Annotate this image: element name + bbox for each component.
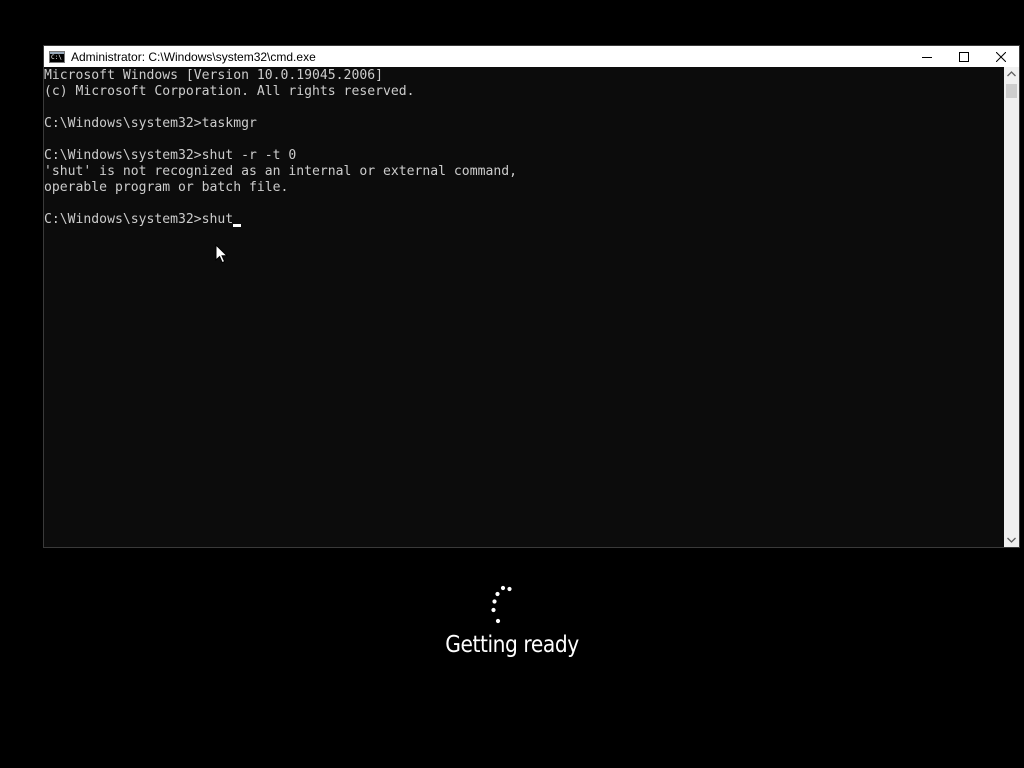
close-icon xyxy=(995,51,1006,62)
scroll-up-button[interactable] xyxy=(1004,67,1019,81)
cmd-icon-glyph: C:\ xyxy=(51,53,62,61)
title-bar[interactable]: C:\ Administrator: C:\Windows\system32\c… xyxy=(44,46,1019,67)
console-prompt-input[interactable]: C:\Windows\system32>shut xyxy=(44,212,233,227)
caption-buttons xyxy=(908,46,1019,67)
console-line-error: 'shut' is not recognized as an internal … xyxy=(44,164,517,179)
window-title: Administrator: C:\Windows\system32\cmd.e… xyxy=(71,49,316,64)
minimize-button[interactable] xyxy=(908,46,945,67)
chevron-up-icon xyxy=(1007,71,1016,77)
console-line-copyright: (c) Microsoft Corporation. All rights re… xyxy=(44,84,415,99)
console-line-blank xyxy=(44,100,517,116)
console-line-command: C:\Windows\system32>shut -r -t 0 xyxy=(44,148,297,163)
getting-ready-status: Getting ready xyxy=(445,632,579,658)
minimize-icon xyxy=(921,56,932,58)
scroll-thumb[interactable] xyxy=(1006,84,1017,98)
chevron-down-icon xyxy=(1007,537,1016,543)
console-output[interactable]: Microsoft Windows [Version 10.0.19045.20… xyxy=(44,67,1003,547)
console-prompt-line[interactable]: C:\Windows\system32>shut xyxy=(44,212,517,228)
loading-dots-icon xyxy=(491,585,512,624)
screen: C:\ Administrator: C:\Windows\system32\c… xyxy=(0,0,1024,768)
maximize-button[interactable] xyxy=(945,46,982,67)
mouse-pointer-icon xyxy=(215,244,229,264)
text-caret xyxy=(233,224,242,227)
console-line-blank xyxy=(44,132,517,148)
vertical-scrollbar[interactable] xyxy=(1004,67,1019,547)
console-line-blank xyxy=(44,196,517,212)
cmd-window[interactable]: C:\ Administrator: C:\Windows\system32\c… xyxy=(43,45,1020,548)
console-line-version: Microsoft Windows [Version 10.0.19045.20… xyxy=(44,68,383,83)
console-line-command: C:\Windows\system32>taskmgr xyxy=(44,116,257,131)
close-button[interactable] xyxy=(982,46,1019,67)
cmd-app-icon[interactable]: C:\ xyxy=(49,50,65,63)
console-lines: Microsoft Windows [Version 10.0.19045.20… xyxy=(44,68,517,228)
scroll-down-button[interactable] xyxy=(1004,533,1019,547)
console-line-error: operable program or batch file. xyxy=(44,180,289,195)
maximize-icon xyxy=(958,51,969,62)
